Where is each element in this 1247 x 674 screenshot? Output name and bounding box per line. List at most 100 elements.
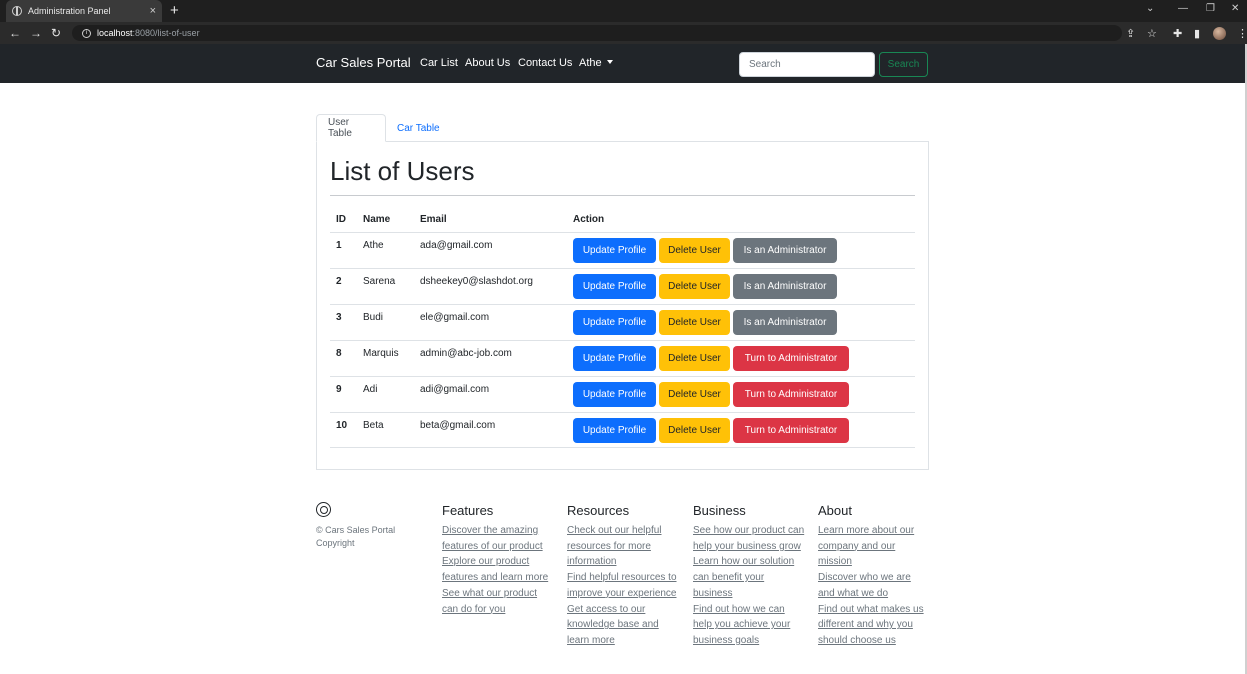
update-profile-button[interactable]: Update Profile [573, 238, 656, 263]
is-administrator-button[interactable]: Is an Administrator [733, 238, 837, 263]
info-icon[interactable]: i [82, 28, 91, 38]
is-administrator-button[interactable]: Is an Administrator [733, 310, 837, 335]
table-row: 8 Marquis admin@abc-job.com Update Profi… [330, 340, 915, 376]
forward-arrow-icon[interactable]: → [30, 26, 42, 40]
avatar[interactable] [1213, 27, 1226, 40]
update-profile-button[interactable]: Update Profile [573, 274, 656, 299]
footer-link[interactable]: Get access to our knowledge base and lea… [567, 602, 679, 649]
footer-column-features: Features Discover the amazing features o… [442, 503, 554, 617]
turn-to-administrator-button[interactable]: Turn to Administrator [733, 346, 849, 371]
admin-tabs: User Table Car Table [316, 114, 928, 142]
search-input[interactable] [739, 52, 875, 77]
globe-icon [12, 6, 22, 16]
cell-name: Beta [363, 420, 384, 431]
table-row: 9 Adi adi@gmail.com Update Profile Delet… [330, 376, 915, 412]
footer-link[interactable]: Discover who we are and what we do [818, 570, 930, 601]
footer-column-about: About Learn more about our company and o… [818, 503, 930, 649]
divider [330, 195, 915, 196]
search-button[interactable]: Search [879, 52, 928, 77]
table-row: 2 Sarena dsheekey0@slashdot.org Update P… [330, 268, 915, 304]
puzzle-icon[interactable]: ✚ [1173, 27, 1182, 40]
delete-user-button[interactable]: Delete User [659, 346, 730, 371]
tab-search-icon[interactable]: ⌄ [1146, 3, 1154, 14]
tab-car-table[interactable]: Car Table [386, 114, 451, 142]
star-icon[interactable]: ☆ [1147, 27, 1157, 40]
update-profile-button[interactable]: Update Profile [573, 418, 656, 443]
cell-id: 3 [336, 312, 342, 323]
browser-toolbar: ← → ↻ i localhost :8080/list-of-user ⇪ ☆… [0, 22, 1247, 44]
footer-link[interactable]: Find out how we can help you achieve you… [693, 602, 805, 649]
cell-id: 9 [336, 384, 342, 395]
cell-email: dsheekey0@slashdot.org [420, 276, 533, 287]
close-tab-icon[interactable]: × [150, 5, 156, 17]
delete-user-button[interactable]: Delete User [659, 274, 730, 299]
cell-name: Marquis [363, 348, 399, 359]
user-dropdown[interactable]: Athe [579, 57, 613, 69]
share-icon[interactable]: ⇪ [1126, 27, 1135, 40]
footer-link[interactable]: Learn more about our company and our mis… [818, 523, 930, 570]
site-navbar: Car Sales Portal Car List About Us Conta… [0, 44, 1247, 83]
minimize-icon[interactable]: — [1178, 3, 1188, 14]
nav-link-car-list[interactable]: Car List [420, 57, 458, 69]
nav-link-contact-us[interactable]: Contact Us [518, 57, 572, 69]
browser-tab[interactable]: Administration Panel × [6, 0, 162, 22]
user-table-panel: List of Users ID Name Email Action 1 Ath… [316, 141, 929, 470]
footer-column-resources: Resources Check out our helpful resource… [567, 503, 679, 649]
table-row: 10 Beta beta@gmail.com Update Profile De… [330, 412, 915, 448]
turn-to-administrator-button[interactable]: Turn to Administrator [733, 418, 849, 443]
cell-email: adi@gmail.com [420, 384, 490, 395]
table-row: 3 Budi ele@gmail.com Update Profile Dele… [330, 304, 915, 340]
cell-email: admin@abc-job.com [420, 348, 512, 359]
sidebar-icon[interactable]: ▮ [1194, 27, 1200, 40]
is-administrator-button[interactable]: Is an Administrator [733, 274, 837, 299]
update-profile-button[interactable]: Update Profile [573, 346, 656, 371]
table-row: 1 Athe ada@gmail.com Update Profile Dele… [330, 232, 915, 268]
cell-id: 8 [336, 348, 342, 359]
column-header-action: Action [573, 214, 605, 225]
delete-user-button[interactable]: Delete User [659, 310, 730, 335]
footer-link[interactable]: Explore our product features and learn m… [442, 554, 554, 585]
footer-link[interactable]: Learn how our solution can benefit your … [693, 554, 805, 601]
update-profile-button[interactable]: Update Profile [573, 382, 656, 407]
cell-name: Budi [363, 312, 384, 323]
footer-link[interactable]: Find out what makes us different and why… [818, 602, 930, 649]
cell-id: 1 [336, 240, 342, 251]
browser-tab-strip: Administration Panel × + ⌄ — ❐ ✕ [0, 0, 1247, 22]
delete-user-button[interactable]: Delete User [659, 382, 730, 407]
close-window-icon[interactable]: ✕ [1231, 3, 1239, 14]
footer-heading: Resources [567, 503, 630, 518]
footer-link[interactable]: Find helpful resources to improve your e… [567, 570, 679, 601]
column-header-id: ID [336, 214, 346, 225]
url-path: :8080/list-of-user [132, 28, 200, 38]
aperture-logo-icon [316, 502, 331, 517]
footer-heading: Features [442, 503, 494, 518]
back-arrow-icon[interactable]: ← [9, 26, 21, 40]
brand-link[interactable]: Car Sales Portal [316, 55, 411, 70]
cell-name: Athe [363, 240, 384, 251]
new-tab-icon[interactable]: + [170, 2, 179, 19]
turn-to-administrator-button[interactable]: Turn to Administrator [733, 382, 849, 407]
restore-icon[interactable]: ❐ [1206, 3, 1215, 14]
cell-name: Sarena [363, 276, 396, 287]
copyright-line: Copyright [316, 538, 355, 548]
tab-user-table[interactable]: User Table [316, 114, 386, 142]
footer-copyright: © Cars Sales Portal Copyright [316, 524, 406, 550]
address-bar[interactable]: i localhost :8080/list-of-user [72, 25, 1122, 41]
footer-link[interactable]: Check out our helpful resources for more… [567, 523, 679, 570]
cell-name: Adi [363, 384, 378, 395]
footer-link[interactable]: See how our product can help your busine… [693, 523, 805, 554]
cell-id: 2 [336, 276, 342, 287]
reload-icon[interactable]: ↻ [51, 26, 61, 40]
footer-heading: About [818, 503, 852, 518]
column-header-email: Email [420, 214, 447, 225]
delete-user-button[interactable]: Delete User [659, 238, 730, 263]
footer-link[interactable]: Discover the amazing features of our pro… [442, 523, 554, 554]
copyright-line: © Cars Sales Portal [316, 525, 396, 535]
delete-user-button[interactable]: Delete User [659, 418, 730, 443]
menu-icon[interactable]: ⋮ [1237, 27, 1247, 40]
update-profile-button[interactable]: Update Profile [573, 310, 656, 335]
footer-link[interactable]: See what our product can do for you [442, 586, 554, 617]
page-title: List of Users [330, 156, 475, 186]
footer-column-business: Business See how our product can help yo… [693, 503, 805, 649]
nav-link-about-us[interactable]: About Us [465, 57, 510, 69]
